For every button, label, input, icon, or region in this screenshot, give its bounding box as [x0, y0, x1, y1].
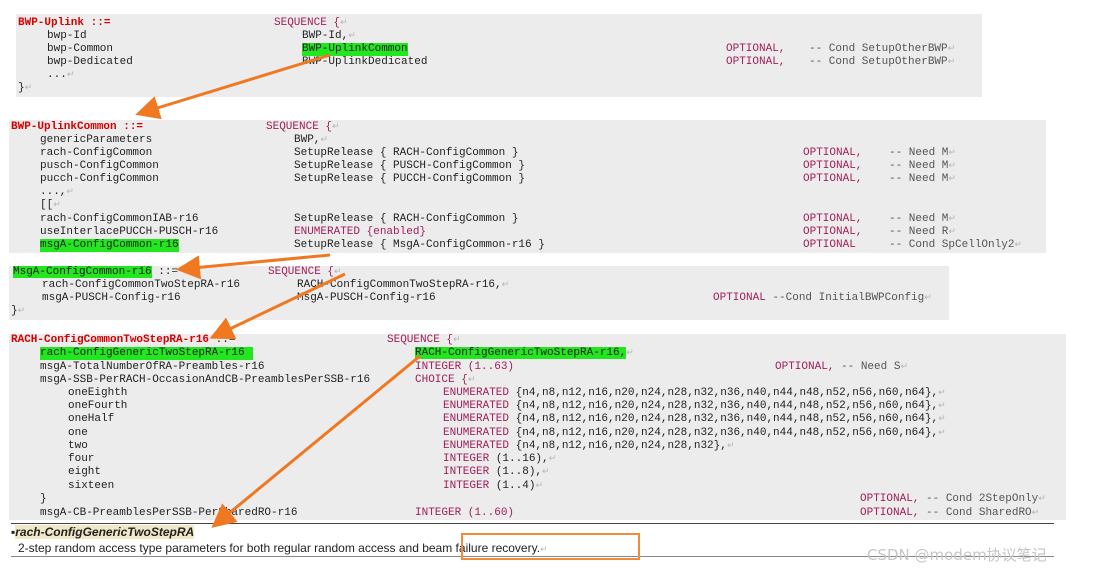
arrow-2 [176, 253, 331, 280]
arrow-3 [209, 272, 346, 340]
arrow-4 [211, 354, 421, 528]
arrow-1 [135, 53, 331, 120]
watermark: CSDN @modem协议笔记 [867, 546, 1047, 564]
flow-arrows [135, 53, 421, 528]
